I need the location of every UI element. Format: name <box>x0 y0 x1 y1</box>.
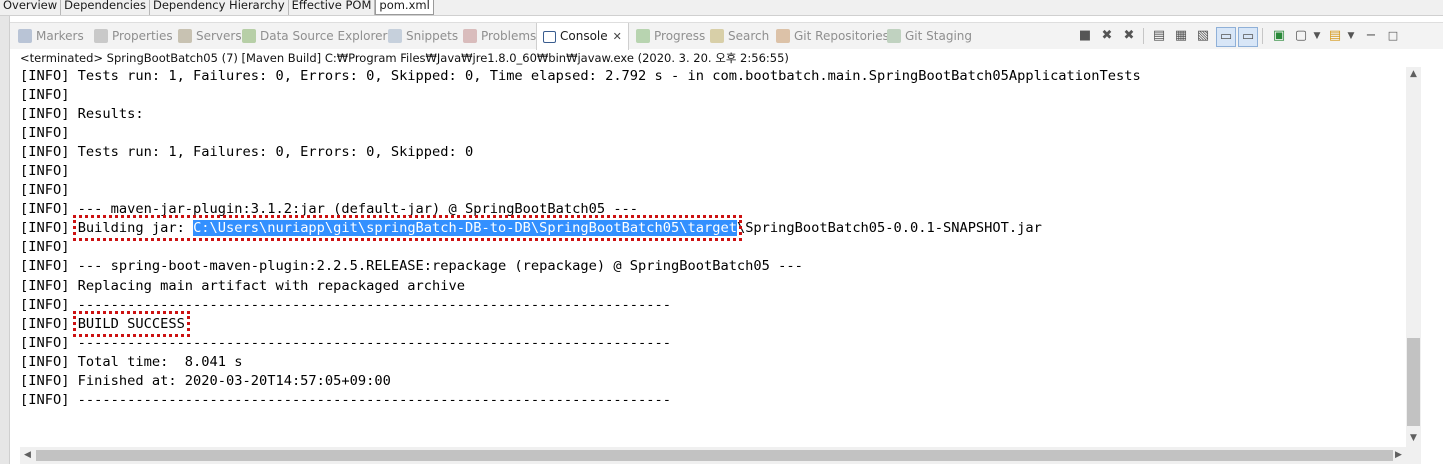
tab-label: Problems <box>481 29 537 43</box>
tab-progress[interactable]: Progress <box>636 23 705 49</box>
jar-file-name: \SpringBootBatch05-0.0.1-SNAPSHOT.jar <box>736 220 1042 237</box>
building-jar-label: Building jar: <box>77 220 194 237</box>
console-line: [INFO] Tests run: 1, Failures: 0, Errors… <box>20 144 474 161</box>
console-line: [INFO] Replacing main artifact with repa… <box>20 277 465 294</box>
console-line: [INFO] <box>20 163 70 180</box>
building-jar-annotation: Building jar: C:\Users\nuriapp\git\sprin… <box>72 215 742 242</box>
properties-icon <box>94 29 108 43</box>
scroll-up-icon[interactable]: ▲ <box>1406 67 1421 82</box>
tab-label: Data Source Explorer <box>260 29 388 43</box>
clear-console-icon[interactable]: ▤ <box>1150 27 1168 45</box>
line-prefix: [INFO] <box>20 220 78 237</box>
horizontal-scrollbar[interactable]: ◀ ▶ <box>20 447 1406 464</box>
console-line-building-jar: [INFO] Building jar: C:\Users\nuriapp\gi… <box>20 215 1405 242</box>
scroll-left-icon[interactable]: ◀ <box>20 447 35 464</box>
left-panel-edge <box>0 16 10 464</box>
editor-tab-dependencies[interactable]: Dependencies <box>61 0 150 15</box>
tab-search[interactable]: Search <box>710 23 769 49</box>
line-prefix: [INFO] <box>20 315 78 332</box>
console-status: <terminated> SpringBootBatch05 (7) [Mave… <box>20 51 789 65</box>
horizontal-scroll-thumb[interactable] <box>36 450 1393 461</box>
toolbar-separator <box>1262 28 1263 44</box>
tab-data-source-explorer[interactable]: Data Source Explorer <box>242 23 387 49</box>
toolbar-separator <box>1143 28 1144 44</box>
tab-label: Snippets <box>406 29 459 43</box>
chevron-down-icon[interactable]: ▼ <box>1342 27 1360 45</box>
close-icon[interactable]: ✕ <box>613 30 622 43</box>
tab-problems[interactable]: Problems <box>463 23 536 49</box>
tab-markers[interactable]: Markers <box>18 23 84 49</box>
editor-tab-pom-xml[interactable]: pom.xml <box>375 0 434 15</box>
remove-launch-icon[interactable]: ✖ <box>1098 27 1116 45</box>
progress-icon <box>636 29 650 43</box>
editor-tab-effective-pom[interactable]: Effective POM <box>289 0 376 15</box>
tab-properties[interactable]: Properties <box>94 23 173 49</box>
tab-snippets[interactable]: Snippets <box>388 23 458 49</box>
tab-servers[interactable]: Servers <box>178 23 242 49</box>
tab-label: Properties <box>112 29 173 43</box>
tab-label: Servers <box>196 29 242 43</box>
word-wrap-icon[interactable]: ▧ <box>1194 27 1212 45</box>
console-line: [INFO] --- spring-boot-maven-plugin:2.2.… <box>20 258 803 275</box>
minimize-icon[interactable]: − <box>1362 27 1380 45</box>
tab-console[interactable]: Console ✕ <box>536 23 629 50</box>
console-icon <box>543 31 556 43</box>
view-tab-bar: Markers Properties Servers Data Source E… <box>10 22 1443 50</box>
vertical-scrollbar[interactable]: ▲ ▼ <box>1406 67 1421 447</box>
console-line: [INFO] Finished at: 2020-03-20T14:57:05+… <box>20 372 391 389</box>
console-line: [INFO] Tests run: 1, Failures: 0, Errors… <box>20 68 1141 84</box>
tab-label: Git Staging <box>905 29 973 43</box>
problems-icon <box>463 29 477 43</box>
console-line: [INFO] <box>20 125 70 142</box>
tab-git-staging[interactable]: Git Staging <box>887 23 972 49</box>
console-line: [INFO] <box>20 239 70 256</box>
snippets-icon <box>388 29 402 43</box>
stop-icon[interactable]: ■ <box>1076 27 1094 45</box>
console-line: [INFO] Results: <box>20 106 144 123</box>
chevron-down-icon[interactable]: ▼ <box>1308 27 1326 45</box>
selected-path[interactable]: C:\Users\nuriapp\git\springBatch-DB-to-D… <box>193 220 737 237</box>
tab-label: Markers <box>36 29 84 43</box>
console-line: [INFO] ---------------------------------… <box>20 334 672 351</box>
maximize-icon[interactable]: □ <box>1384 27 1402 45</box>
data-source-icon <box>242 29 256 43</box>
console-line: [INFO] Total time: 8.041 s <box>20 353 243 370</box>
show-stderr-icon[interactable]: ▭ <box>1238 27 1258 47</box>
markers-icon <box>18 29 32 43</box>
build-success-annotation: BUILD SUCCESS <box>72 310 190 337</box>
console-output[interactable]: [INFO] Tests run: 1, Failures: 0, Errors… <box>20 67 1405 447</box>
console-line: [INFO] ---------------------------------… <box>20 296 672 313</box>
scrollbar-corner <box>1406 447 1421 464</box>
right-panel-edge <box>1421 67 1443 464</box>
editor-tab-overview[interactable]: Overview <box>0 0 62 15</box>
scroll-lock-icon[interactable]: ▦ <box>1172 27 1190 45</box>
tab-label: Progress <box>654 29 706 43</box>
remove-all-icon[interactable]: ✖ <box>1120 27 1138 45</box>
tab-git-repositories[interactable]: Git Repositories <box>776 23 889 49</box>
console-line: [INFO] <box>20 87 70 104</box>
tab-label: Console <box>560 29 608 43</box>
search-icon <box>710 29 724 43</box>
git-repositories-icon <box>776 29 790 43</box>
console-line: [INFO] ---------------------------------… <box>20 391 672 408</box>
servers-icon <box>178 29 192 43</box>
git-staging-icon <box>887 29 901 43</box>
vertical-scroll-thumb[interactable] <box>1407 338 1420 426</box>
scroll-right-icon[interactable]: ▶ <box>1391 447 1406 464</box>
tab-label: Search <box>728 29 770 43</box>
editor-tab-dependency-hierarchy[interactable]: Dependency Hierarchy <box>150 0 289 15</box>
console-line-build-success: [INFO] BUILD SUCCESS <box>20 310 1405 337</box>
tab-label: Git Repositories <box>794 29 889 43</box>
scroll-down-icon[interactable]: ▼ <box>1406 431 1421 446</box>
editor-tab-strip: Overview Dependencies Dependency Hierarc… <box>0 0 1443 16</box>
show-stdout-icon[interactable]: ▭ <box>1216 27 1236 47</box>
pin-console-icon[interactable]: ▣ <box>1270 27 1288 45</box>
console-line: [INFO] --- maven-jar-plugin:3.1.2:jar (d… <box>20 201 639 218</box>
console-line: [INFO] <box>20 182 70 199</box>
